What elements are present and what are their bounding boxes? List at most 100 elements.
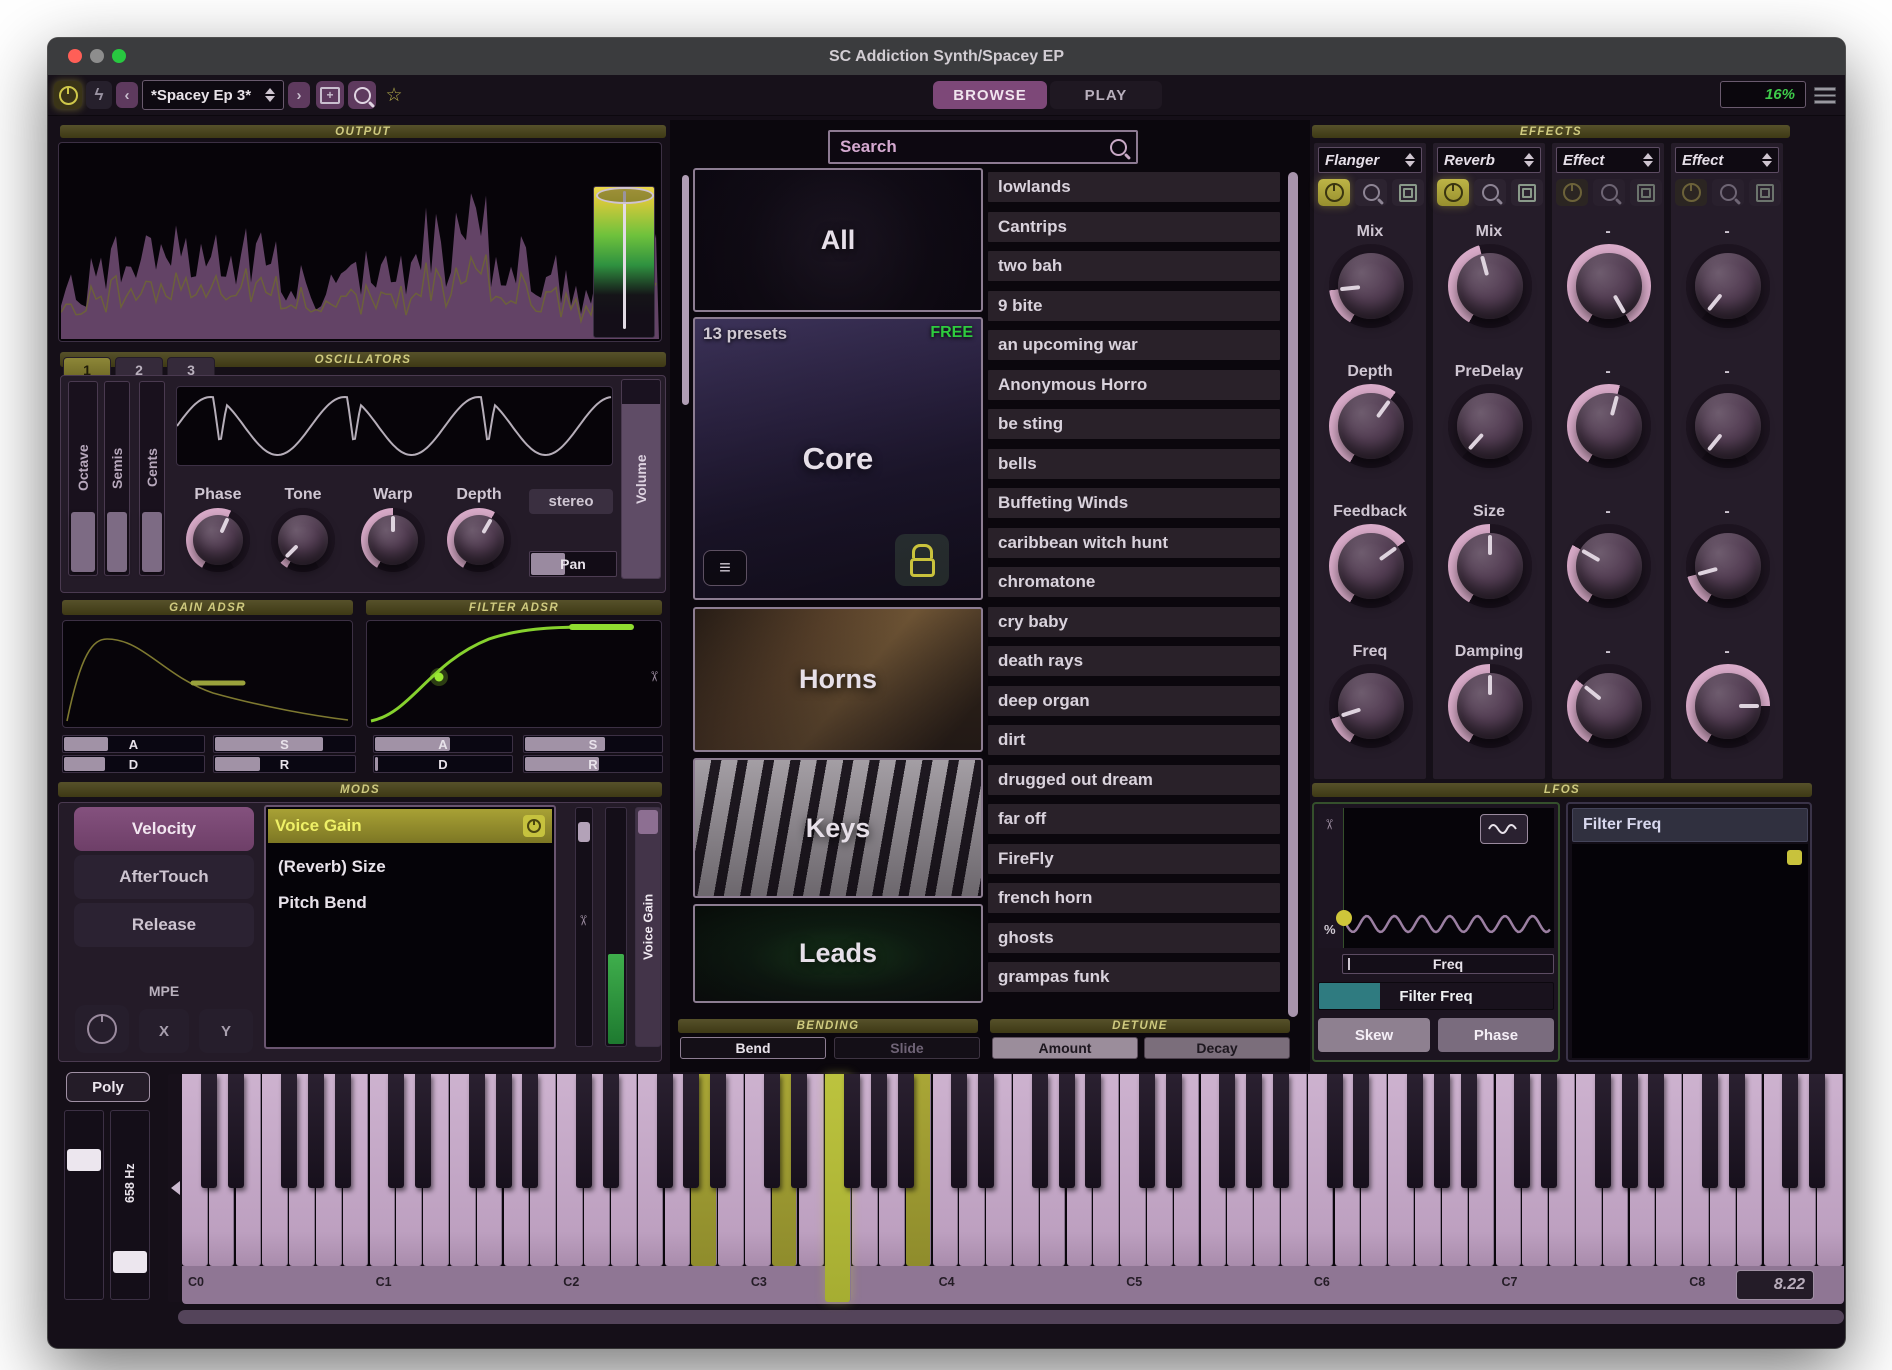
effect-power-icon[interactable] — [1437, 179, 1469, 206]
effect-power-icon[interactable] — [1318, 179, 1350, 206]
effect-knob-item[interactable] — [1567, 664, 1651, 748]
effect-knob-size[interactable] — [1448, 524, 1532, 608]
effect-knob-item[interactable] — [1567, 244, 1651, 328]
effect-search-icon[interactable] — [1355, 179, 1387, 206]
effect-knob-freq[interactable] — [1329, 664, 1413, 748]
black-key[interactable] — [228, 1074, 244, 1188]
black-key[interactable] — [576, 1074, 592, 1188]
effect-knob-item[interactable] — [1686, 664, 1770, 748]
black-key[interactable] — [1595, 1074, 1611, 1188]
black-key[interactable] — [1622, 1074, 1638, 1188]
black-key[interactable] — [1166, 1074, 1182, 1188]
effect-type-select[interactable]: Flanger — [1318, 147, 1422, 173]
effect-knob-damping[interactable] — [1448, 664, 1532, 748]
black-key[interactable] — [1353, 1074, 1369, 1188]
black-key[interactable] — [978, 1074, 994, 1188]
black-key[interactable] — [522, 1074, 538, 1188]
black-key[interactable] — [1809, 1074, 1825, 1188]
pitch-wheel[interactable] — [64, 1110, 104, 1300]
category-tile-core[interactable]: Core13 presetsFREE≡ — [693, 317, 983, 600]
lfo-skew-button[interactable]: Skew — [1318, 1018, 1430, 1052]
effect-knob-mix[interactable] — [1329, 244, 1413, 328]
black-key[interactable] — [1541, 1074, 1557, 1188]
effect-knob-mix[interactable] — [1448, 244, 1532, 328]
wheel-handle[interactable] — [67, 1149, 101, 1171]
black-key[interactable] — [1434, 1074, 1450, 1188]
black-key[interactable] — [657, 1074, 673, 1188]
black-key[interactable] — [1514, 1074, 1530, 1188]
effect-type-select[interactable]: Reverb — [1437, 147, 1541, 173]
wheel-handle[interactable] — [113, 1251, 147, 1273]
effect-knob-item[interactable] — [1567, 384, 1651, 468]
effect-search-icon[interactable] — [1712, 179, 1744, 206]
black-key[interactable] — [1059, 1074, 1075, 1188]
keyboard-scroll-left[interactable] — [168, 1074, 182, 1302]
black-key[interactable] — [764, 1074, 780, 1188]
black-key[interactable] — [201, 1074, 217, 1188]
lfo-shape-button[interactable] — [1480, 814, 1528, 844]
effect-power-icon[interactable] — [1675, 179, 1707, 206]
black-key[interactable] — [683, 1074, 699, 1188]
black-key[interactable] — [1327, 1074, 1343, 1188]
effect-search-icon[interactable] — [1474, 179, 1506, 206]
lfo-target-body[interactable] — [1572, 844, 1808, 1058]
black-key[interactable] — [469, 1074, 485, 1188]
black-key[interactable] — [308, 1074, 324, 1188]
effect-search-icon[interactable] — [1593, 179, 1625, 206]
black-key[interactable] — [898, 1074, 914, 1188]
black-key[interactable] — [871, 1074, 887, 1188]
category-tile-all[interactable]: All — [693, 168, 983, 312]
black-key[interactable] — [1702, 1074, 1718, 1188]
black-key[interactable] — [1139, 1074, 1155, 1188]
black-key[interactable] — [1246, 1074, 1262, 1188]
black-key[interactable] — [388, 1074, 404, 1188]
black-key[interactable] — [1461, 1074, 1477, 1188]
black-key[interactable] — [1032, 1074, 1048, 1188]
effect-expand-icon[interactable] — [1749, 179, 1781, 206]
black-key[interactable] — [951, 1074, 967, 1188]
lfo-wave-display[interactable]: ✂ % — [1318, 808, 1554, 948]
effect-icon-row — [1556, 179, 1662, 206]
black-key[interactable] — [1782, 1074, 1798, 1188]
category-tile-keys[interactable]: Keys — [693, 758, 983, 898]
effect-knob-depth[interactable] — [1329, 384, 1413, 468]
effect-knob-item[interactable] — [1567, 524, 1651, 608]
lfo-panel: ✂ % Freq Filter Freq Skew Phase — [1312, 802, 1560, 1062]
black-key[interactable] — [791, 1074, 807, 1188]
black-key[interactable] — [415, 1074, 431, 1188]
black-key[interactable] — [281, 1074, 297, 1188]
effect-type-select[interactable]: Effect — [1556, 147, 1660, 173]
effect-knob-feedback[interactable] — [1329, 524, 1413, 608]
black-key[interactable] — [1648, 1074, 1664, 1188]
lfo-freq-slider[interactable]: Freq — [1342, 954, 1554, 974]
black-key[interactable] — [710, 1074, 726, 1188]
black-key[interactable] — [1407, 1074, 1423, 1188]
effect-type-select[interactable]: Effect — [1675, 147, 1779, 173]
black-key[interactable] — [603, 1074, 619, 1188]
lfo-filter-freq-button[interactable]: Filter Freq — [1318, 982, 1554, 1010]
black-key[interactable] — [1729, 1074, 1745, 1188]
list-icon[interactable]: ≡ — [703, 550, 747, 586]
black-key[interactable] — [1085, 1074, 1101, 1188]
effect-knob-item[interactable] — [1686, 384, 1770, 468]
black-key[interactable] — [844, 1074, 860, 1188]
lfo-amount-strip[interactable]: ✂ % — [1318, 808, 1344, 948]
lfo-phase-button[interactable]: Phase — [1438, 1018, 1554, 1052]
category-tile-leads[interactable]: Leads — [693, 904, 983, 1003]
effect-expand-icon[interactable] — [1630, 179, 1662, 206]
effect-knob-item[interactable] — [1686, 524, 1770, 608]
keyboard-scrollbar[interactable] — [178, 1310, 1844, 1324]
black-key[interactable] — [496, 1074, 512, 1188]
effect-knob-predelay[interactable] — [1448, 384, 1532, 468]
poly-button[interactable]: Poly — [66, 1072, 150, 1102]
category-tile-horns[interactable]: Horns — [693, 607, 983, 752]
effect-knob-item[interactable] — [1686, 244, 1770, 328]
black-key[interactable] — [1219, 1074, 1235, 1188]
lfo-target-add-button[interactable] — [1787, 850, 1802, 865]
black-key[interactable] — [1273, 1074, 1289, 1188]
black-key[interactable] — [335, 1074, 351, 1188]
effect-power-icon[interactable] — [1556, 179, 1588, 206]
effect-expand-icon[interactable] — [1511, 179, 1543, 206]
knob-pointer — [1325, 240, 1417, 332]
effect-expand-icon[interactable] — [1392, 179, 1424, 206]
